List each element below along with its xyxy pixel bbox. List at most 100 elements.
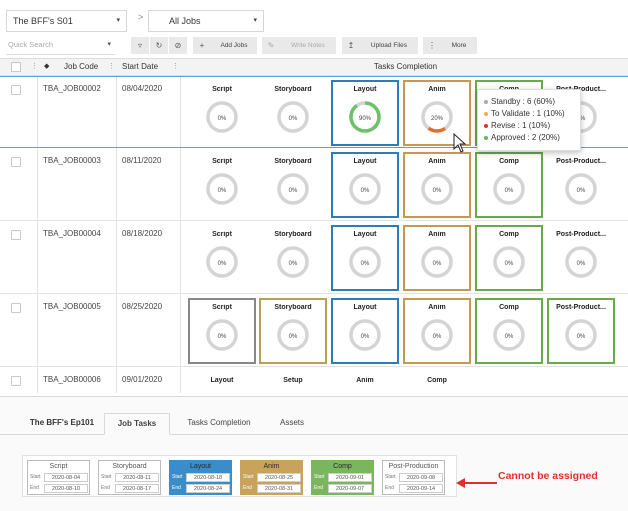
job-task-box[interactable]: Layout Start 2020-08-18 End 2020-08-24 — [169, 460, 232, 495]
task-progress-cell[interactable]: Setup — [259, 371, 327, 393]
task-percent: 0% — [288, 334, 298, 340]
task-name: Comp — [427, 377, 447, 384]
add-icon[interactable]: + — [193, 37, 211, 54]
task-progress-cell[interactable]: Anim 0% — [403, 152, 471, 218]
task-percent: 90% — [358, 116, 371, 122]
quick-search-input[interactable]: Quick Search ▾ — [6, 36, 115, 55]
task-percent: 0% — [504, 188, 514, 194]
tab-assets[interactable]: Assets — [268, 413, 316, 435]
end-date-field[interactable]: 2020-09-14 — [399, 484, 443, 493]
tab-job-tasks[interactable]: Job Tasks — [104, 413, 170, 435]
write-notes-button[interactable]: Write Notes — [280, 37, 336, 54]
task-progress-cell[interactable]: Anim — [331, 371, 399, 393]
task-progress-cell[interactable]: Script 0% — [188, 152, 256, 218]
task-percent: 0% — [217, 334, 227, 340]
task-progress-cell[interactable]: Anim 0% — [403, 225, 471, 291]
start-date-field[interactable]: 2020-08-25 — [257, 473, 301, 482]
task-progress-cell[interactable]: Comp — [403, 371, 471, 393]
end-date-field[interactable]: 2020-08-31 — [257, 484, 301, 493]
task-name: Anim — [428, 158, 446, 165]
start-date-field[interactable]: 2020-08-18 — [186, 473, 230, 482]
end-date-field[interactable]: 2020-09-07 — [328, 484, 372, 493]
column-menu-icon[interactable]: ⋮ — [108, 59, 115, 75]
job-task-box[interactable]: Storyboard Start 2020-08-11 End 2020-08-17 — [98, 460, 161, 495]
start-date-field[interactable]: 2020-09-01 — [328, 473, 372, 482]
job-task-box[interactable]: Post-Production Start 2020-09-08 End 2020-09… — [382, 460, 445, 495]
task-name: Post-Product... — [556, 158, 606, 165]
job-task-box[interactable]: Anim Start 2020-08-25 End 2020-08-31 — [240, 460, 303, 495]
tab-episode[interactable]: The BFF's Ep101 — [22, 413, 102, 435]
task-progress-cell[interactable]: Post-Product... 0% — [547, 152, 615, 218]
task-progress-cell[interactable]: Storyboard 0% — [259, 152, 327, 218]
table-row[interactable]: TBA_JOB00004 08/18/2020 Script 0% Storyboard… — [0, 222, 628, 294]
task-progress-cell[interactable]: Script 0% — [188, 80, 256, 146]
end-date-field[interactable]: 2020-08-24 — [186, 484, 230, 493]
task-progress-cell[interactable]: Comp 0% — [475, 298, 543, 364]
task-progress-cell[interactable]: Storyboard 0% — [259, 225, 327, 291]
task-progress-cell[interactable]: Layout 0% — [331, 225, 399, 291]
more-button[interactable]: More — [441, 37, 477, 54]
task-progress-cell[interactable]: Storyboard 0% — [259, 80, 327, 146]
table-row[interactable]: TBA_JOB00005 08/25/2020 Script 0% Storyboard… — [0, 295, 628, 367]
task-progress-cell[interactable]: Layout 0% — [331, 152, 399, 218]
task-progress-cell[interactable]: Comp 0% — [475, 152, 543, 218]
row-checkbox[interactable] — [11, 230, 21, 240]
task-name: Comp — [499, 158, 519, 165]
notes-icon[interactable]: ✎ — [262, 37, 280, 54]
tooltip-line: To Validate : 1 (10%) — [484, 108, 580, 120]
task-progress-cell[interactable]: Comp 0% — [475, 225, 543, 291]
start-date: 08/11/2020 — [122, 156, 162, 165]
arrow-left-icon — [456, 478, 497, 488]
row-checkbox[interactable] — [11, 157, 21, 167]
task-progress-cell[interactable]: Layout 0% — [331, 298, 399, 364]
task-progress-cell[interactable]: Post-Product... 0% — [547, 298, 615, 364]
table-row[interactable]: TBA_JOB00006 09/01/2020 Layout Setup Anim Com… — [0, 368, 628, 393]
task-name: Comp — [499, 304, 519, 311]
job-task-strip: Script Start 2020-08-04 End 2020-08-10 Storyb… — [22, 455, 457, 497]
task-progress-cell[interactable]: Layout 90% — [331, 80, 399, 146]
task-progress-cell[interactable]: Script 0% — [188, 298, 256, 364]
task-percent: 0% — [360, 261, 370, 267]
column-start-date[interactable]: Start Date — [122, 59, 158, 75]
end-date-field[interactable]: 2020-08-10 — [44, 484, 88, 493]
jobs-filter-select[interactable]: All Jobs ▾ — [148, 10, 264, 32]
start-date-field[interactable]: 2020-08-04 — [44, 473, 88, 482]
job-task-box[interactable]: Script Start 2020-08-04 End 2020-08-10 — [27, 460, 90, 495]
task-progress-cell[interactable]: Post-Product... 0% — [547, 225, 615, 291]
start-date-field[interactable]: 2020-09-08 — [399, 473, 443, 482]
task-name: Storyboard — [274, 304, 312, 311]
add-jobs-button[interactable]: Add Jobs — [211, 37, 257, 54]
task-name: Storyboard — [274, 231, 312, 238]
project-select[interactable]: The BFF's S01 ▾ — [6, 10, 127, 32]
column-menu-icon[interactable]: ⋮ — [31, 59, 38, 75]
task-progress-cell[interactable]: Anim 0% — [403, 298, 471, 364]
column-tasks-completion[interactable]: Tasks Completion — [183, 59, 628, 75]
select-all-checkbox[interactable] — [11, 62, 21, 72]
cancel-icon[interactable]: ⊘ — [169, 37, 187, 54]
start-label: Start — [243, 474, 254, 480]
refresh-icon[interactable]: ↻ — [150, 37, 168, 54]
task-progress-cell[interactable]: Layout — [188, 371, 256, 393]
row-checkbox[interactable] — [11, 303, 21, 313]
tab-tasks-completion[interactable]: Tasks Completion — [176, 413, 262, 435]
upload-files-button[interactable]: Upload Files — [360, 37, 418, 54]
job-task-box[interactable]: Comp Start 2020-09-01 End 2020-09-07 — [311, 460, 374, 495]
job-code: TBA_JOB00005 — [43, 302, 101, 311]
row-checkbox[interactable] — [11, 376, 21, 386]
task-progress-cell[interactable]: Script 0% — [188, 225, 256, 291]
filter-icon[interactable]: ▿ — [131, 37, 149, 54]
task-progress-cell[interactable]: Storyboard 0% — [259, 298, 327, 364]
task-percent: 0% — [432, 188, 442, 194]
row-checkbox[interactable] — [11, 85, 21, 95]
more-icon[interactable]: ⋮ — [423, 37, 441, 54]
sort-icon[interactable]: ◆ — [44, 59, 49, 75]
table-row[interactable]: TBA_JOB00003 08/11/2020 Script 0% Storyboard… — [0, 149, 628, 221]
end-date-field[interactable]: 2020-08-17 — [115, 484, 159, 493]
tooltip-label: To Validate : 1 (10%) — [491, 109, 565, 118]
start-date-field[interactable]: 2020-08-11 — [115, 473, 159, 482]
column-job-code[interactable]: Job Code — [64, 59, 98, 75]
upload-icon[interactable]: ↥ — [342, 37, 360, 54]
column-menu-icon[interactable]: ⋮ — [172, 59, 179, 75]
end-label: End — [101, 485, 110, 491]
task-percent: 0% — [360, 188, 370, 194]
